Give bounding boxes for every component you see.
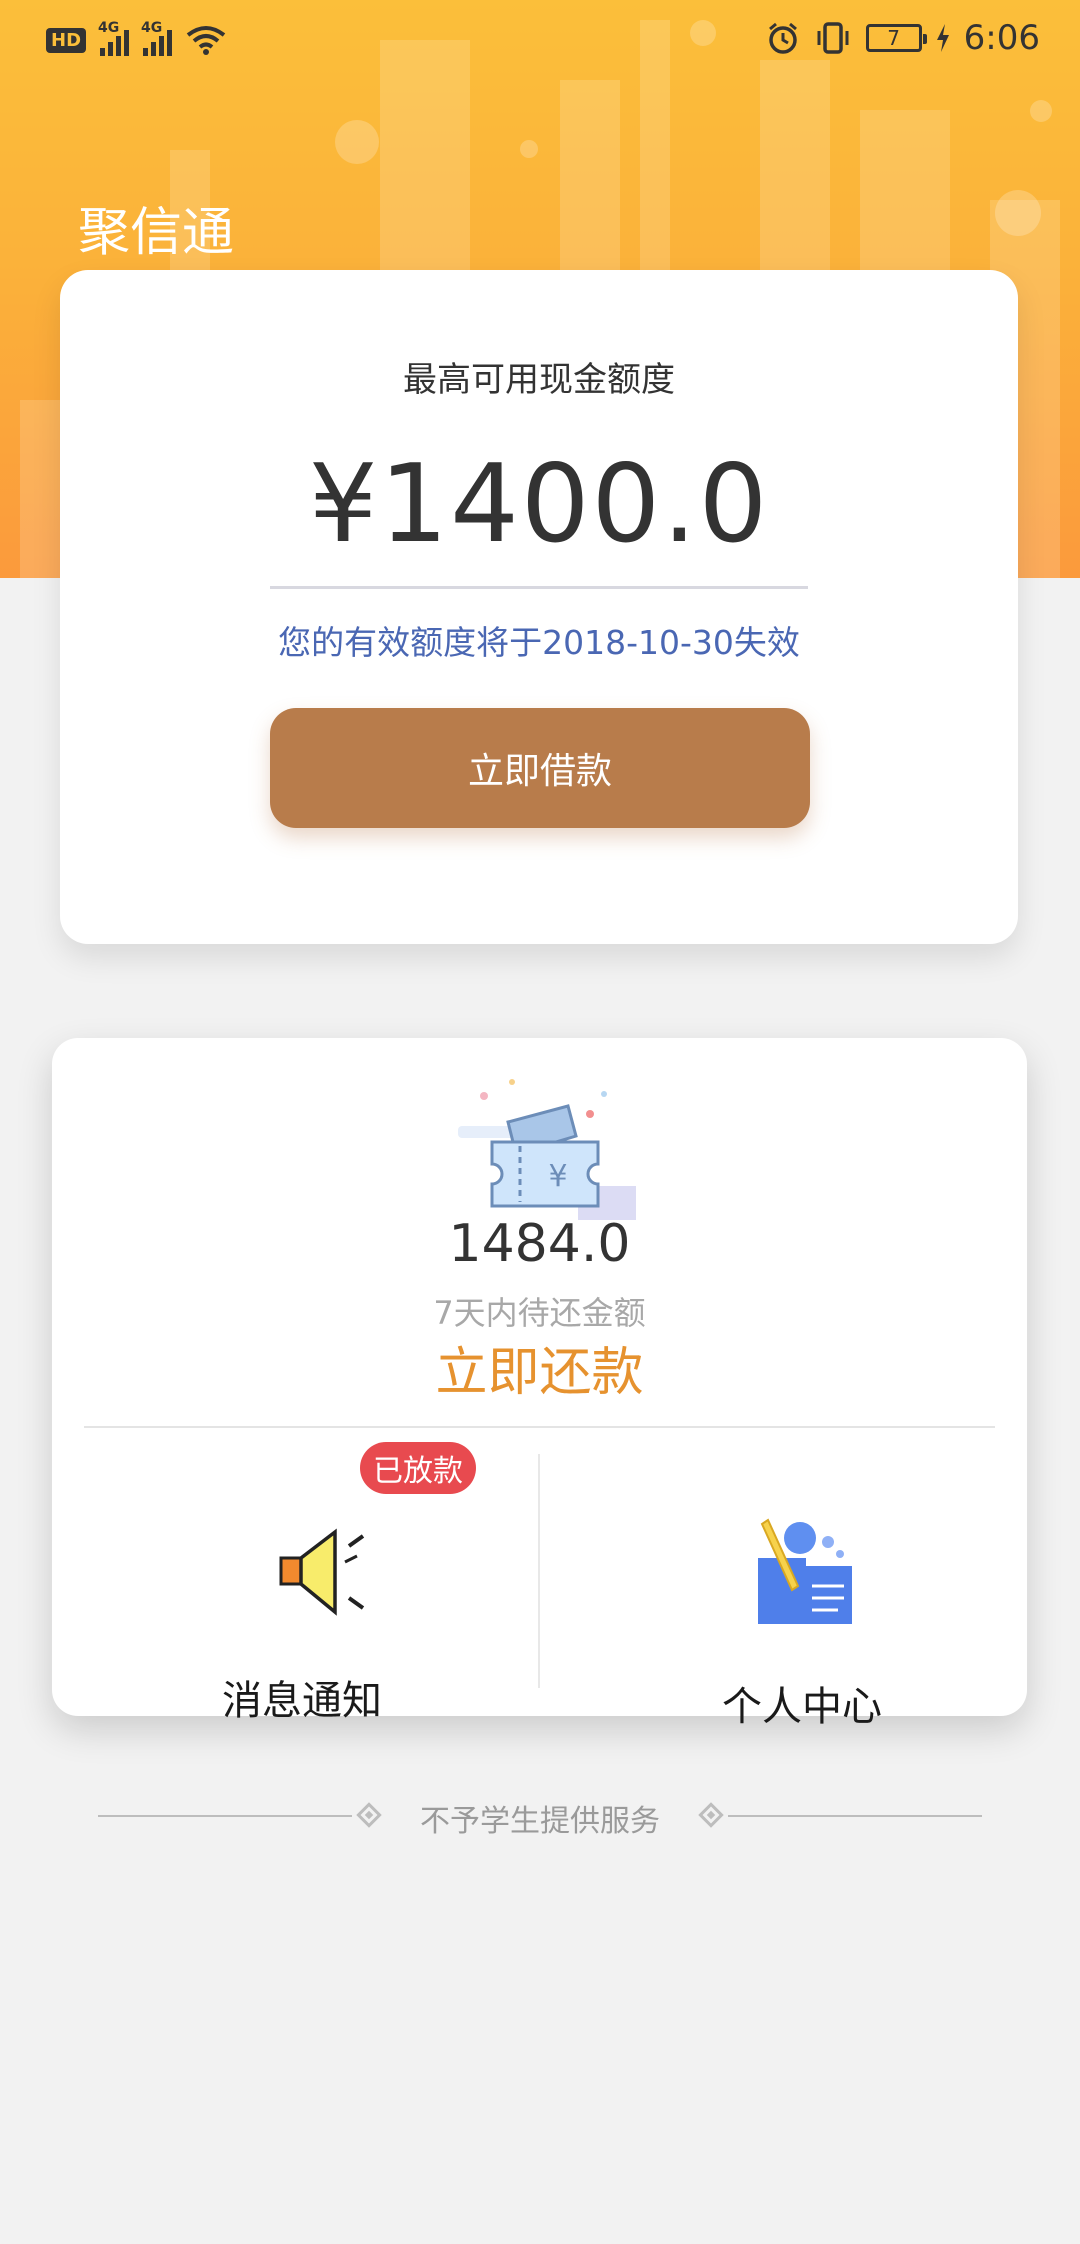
vibrate-icon xyxy=(817,22,849,54)
personal-center-item[interactable]: 个人中心 xyxy=(572,1438,1032,1730)
svg-text:¥: ¥ xyxy=(548,1159,567,1194)
repay-amount: 1484.0 xyxy=(448,1214,631,1274)
divider xyxy=(84,1426,995,1428)
repayment-card: ¥ 1484.0 7天内待还金额 立即还款 消息通知 个人中心 xyxy=(52,1038,1027,1730)
speaker-icon xyxy=(277,1518,377,1628)
footer-text: 不予学生提供服务 xyxy=(420,1804,660,1839)
personal-center-label: 个人中心 xyxy=(722,1684,882,1730)
status-bar: HD 4G 4G 7 6:06 xyxy=(0,0,1080,84)
repay-subtitle: 7天内待还金额 xyxy=(433,1294,646,1332)
ticket-yuan-icon: ¥ xyxy=(448,1066,648,1236)
expiry-notice: 您的有效额度将于2018-10-30失效 xyxy=(278,623,800,662)
app-title: 聚信通 xyxy=(78,203,235,263)
repay-now-button[interactable]: 立即还款 xyxy=(352,1330,727,1405)
footer-line-right xyxy=(728,1815,982,1817)
charging-icon xyxy=(936,24,949,52)
hd-icon: HD xyxy=(46,27,87,53)
signal-icon-2: 4G xyxy=(141,20,173,56)
divider xyxy=(538,1454,540,1688)
divider xyxy=(270,586,808,589)
wifi-icon xyxy=(186,26,226,55)
credit-limit-card: 最高可用现金额度 ¥1400.0 您的有效额度将于2018-10-30失效 立即… xyxy=(60,270,1018,944)
limit-amount: ¥1400.0 xyxy=(308,442,770,567)
message-notification-label: 消息通知 xyxy=(222,1678,382,1724)
battery-icon: 7 xyxy=(865,24,927,52)
status-badge: 已放款 xyxy=(360,1442,476,1494)
limit-label: 最高可用现金额度 xyxy=(403,360,675,400)
signal-icon: 4G xyxy=(98,20,130,56)
alarm-icon xyxy=(768,22,797,54)
clock-time: 6:06 xyxy=(963,18,1040,58)
profile-icon xyxy=(748,1518,858,1628)
footer-notice: 不予学生提供服务 xyxy=(98,1796,982,1839)
borrow-now-button[interactable]: 立即借款 xyxy=(270,708,810,828)
